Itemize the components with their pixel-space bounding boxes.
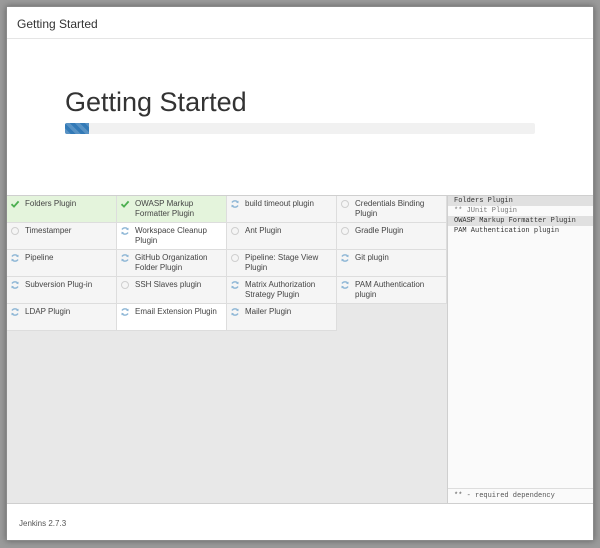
sync-icon [120, 307, 130, 317]
plugin-item: Subversion Plug-in [7, 277, 117, 304]
sync-icon [120, 226, 130, 236]
plugin-item: Matrix Authorization Strategy Plugin [227, 277, 337, 304]
install-content: Folders Plugin OWASP Markup Formatter Plu… [7, 195, 593, 503]
checkmark-icon [120, 199, 130, 209]
sync-icon [340, 280, 350, 290]
plugin-item: Credentials Binding Plugin [337, 196, 447, 223]
plugin-label: GitHub Organization Folder Plugin [135, 253, 208, 272]
plugin-label: Mailer Plugin [245, 307, 292, 316]
plugin-label: Email Extension Plugin [135, 307, 217, 316]
plugin-item: Workspace Cleanup Plugin [117, 223, 227, 250]
sync-icon [10, 280, 20, 290]
plugin-item: build timeout plugin [227, 196, 337, 223]
hero-section: Getting Started [7, 39, 593, 195]
plugin-label: SSH Slaves plugin [135, 280, 202, 289]
checkmark-icon [10, 199, 20, 209]
plugin-label: Matrix Authorization Strategy Plugin [245, 280, 316, 299]
plugin-item: Pipeline [7, 250, 117, 277]
circle-icon [10, 226, 20, 236]
sync-icon [340, 253, 350, 263]
plugin-item: LDAP Plugin [7, 304, 117, 331]
plugin-label: Git plugin [355, 253, 389, 262]
circle-icon [340, 199, 350, 209]
log-line: Folders Plugin [448, 196, 593, 206]
sync-icon [230, 199, 240, 209]
plugin-label: Workspace Cleanup Plugin [135, 226, 207, 245]
log-lines: Folders Plugin ** JUnit Plugin OWASP Marku… [448, 196, 593, 236]
footer-version: Jenkins 2.7.3 [7, 503, 593, 540]
progress-fill [65, 123, 89, 134]
plugin-item: Pipeline: Stage View Plugin [227, 250, 337, 277]
plugin-item: Folders Plugin [7, 196, 117, 223]
sync-icon [120, 253, 130, 263]
plugin-label: Credentials Binding Plugin [355, 199, 425, 218]
log-line: ** JUnit Plugin [454, 207, 518, 215]
circle-icon [230, 226, 240, 236]
circle-icon [230, 253, 240, 263]
install-progress-bar [65, 123, 535, 134]
log-legend: ** - required dependency [448, 488, 593, 503]
dialog-title: Getting Started [7, 7, 593, 39]
plugin-label: Gradle Plugin [355, 226, 404, 235]
plugin-item: SSH Slaves plugin [117, 277, 227, 304]
plugin-item: Email Extension Plugin [117, 304, 227, 331]
plugin-label: OWASP Markup Formatter Plugin [135, 199, 195, 218]
plugin-label: Subversion Plug-in [25, 280, 93, 289]
plugin-label: Pipeline: Stage View Plugin [245, 253, 319, 272]
plugin-item: Git plugin [337, 250, 447, 277]
plugin-label: Pipeline [25, 253, 54, 262]
plugin-label: build timeout plugin [245, 199, 314, 208]
plugin-item: Mailer Plugin [227, 304, 337, 331]
plugin-item: Ant Plugin [227, 223, 337, 250]
plugin-label: Ant Plugin [245, 226, 282, 235]
install-log[interactable]: Folders Plugin ** JUnit Plugin OWASP Marku… [447, 196, 593, 503]
sync-icon [230, 307, 240, 317]
plugin-item: PAM Authentication plugin [337, 277, 447, 304]
plugin-item: Gradle Plugin [337, 223, 447, 250]
sync-icon [10, 253, 20, 263]
plugin-label: LDAP Plugin [25, 307, 71, 316]
circle-icon [120, 280, 130, 290]
plugin-item: OWASP Markup Formatter Plugin [117, 196, 227, 223]
plugin-label: Folders Plugin [25, 199, 77, 208]
plugin-item: GitHub Organization Folder Plugin [117, 250, 227, 277]
sync-icon [230, 280, 240, 290]
plugin-label: PAM Authentication plugin [355, 280, 425, 299]
log-line: PAM Authentication plugin [454, 227, 560, 235]
sync-icon [10, 307, 20, 317]
plugin-label: Timestamper [25, 226, 72, 235]
setup-dialog: Getting Started Getting Started Folders … [6, 6, 594, 541]
log-line: OWASP Markup Formatter Plugin [448, 216, 593, 226]
page-title: Getting Started [65, 87, 247, 117]
plugin-item: Timestamper [7, 223, 117, 250]
plugin-grid: Folders Plugin OWASP Markup Formatter Plu… [7, 196, 447, 503]
circle-icon [340, 226, 350, 236]
